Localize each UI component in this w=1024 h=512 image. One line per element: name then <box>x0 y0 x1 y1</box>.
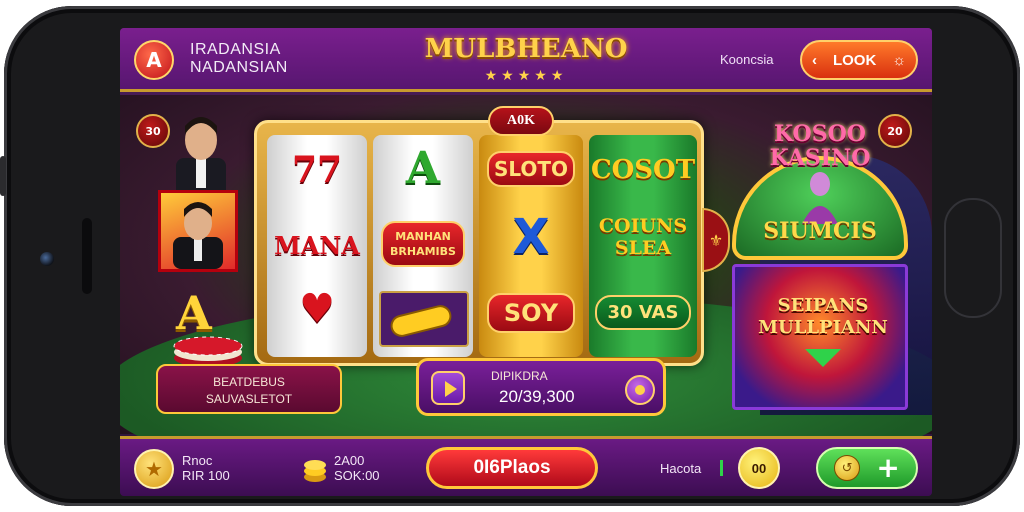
bottom-label-2-line-1: 2A00 <box>334 453 365 468</box>
status-indicator <box>720 460 723 476</box>
volume-button <box>0 156 6 196</box>
reel-1-symbol-mid: MANA <box>274 231 360 260</box>
machine-badge: A0K <box>488 106 554 136</box>
phone-frame: A IRADANSIA NADANSIAN MULBHEANO ★★★★★ Ko… <box>0 6 1020 506</box>
bottom-bar: ★ Rnoc RIR 100 2A00 SOK:00 0I6Plaos Haco… <box>120 436 932 496</box>
reel-1: 77 MANA ♥ <box>267 135 367 357</box>
reel-4-symbol-bottom: 30 VAS <box>595 295 691 330</box>
reel-1-symbol-top: 77 <box>291 149 343 191</box>
coin-refresh-icon: ↺ <box>834 455 861 481</box>
level-badge[interactable]: 00 <box>738 447 780 489</box>
look-button-label: LOOK <box>832 51 877 69</box>
reel-3-symbol-mid: X <box>512 209 550 265</box>
bottom-label-1-line-2: RIR 100 <box>182 468 230 483</box>
region-label: Kooncsia <box>720 52 774 67</box>
status-text: Hacota <box>660 461 702 476</box>
game-title: MULBHEANO <box>424 34 628 64</box>
coin-icon <box>635 385 645 395</box>
coin-button[interactable] <box>625 375 655 405</box>
home-button <box>944 198 1002 318</box>
left-panel-line-1: BEATDEBUS <box>213 375 285 389</box>
play-icon <box>445 381 457 397</box>
add-coins-button[interactable]: ↺ + <box>816 447 918 489</box>
reel-2: A MANHAN BRHAMIBS <box>373 135 473 357</box>
reel-4-symbol-mid: COIUNS SLEA <box>598 215 688 259</box>
plus-icon: + <box>876 451 900 484</box>
look-button[interactable]: ‹ LOOK ☼ <box>800 40 918 80</box>
coins-icon <box>304 460 326 482</box>
dealer-figure-icon <box>802 172 838 224</box>
reel-3-symbol-top: SLOTO <box>487 151 575 187</box>
brand-line-1: IRADANSIA <box>190 41 281 58</box>
brand-name: IRADANSIA NADANSIAN <box>190 41 288 77</box>
spin-panel-value: 20/39,300 <box>499 387 575 406</box>
kasino-title: KOSOO KASINO <box>769 121 871 171</box>
dealer-avatar <box>176 117 226 198</box>
spin-panel-label: DIPIKDRA <box>491 369 548 383</box>
sensasi-promo[interactable]: SEIPANS MULLPIANN <box>732 264 908 410</box>
chip-stack-icon <box>173 336 243 367</box>
bottom-label-2: 2A00 SOK:00 <box>334 453 380 483</box>
bottom-label-1: Rnoc RIR 100 <box>182 453 230 483</box>
top-bar: A IRADANSIA NADANSIAN MULBHEANO ★★★★★ Ko… <box>120 28 932 92</box>
speaker-slot <box>82 218 92 294</box>
gold-bar-icon <box>379 291 469 347</box>
game-screen: A IRADANSIA NADANSIAN MULBHEANO ★★★★★ Ko… <box>120 28 932 496</box>
settings-icon: ☼ <box>892 51 906 69</box>
bottom-label-2-line-2: SOK:00 <box>334 468 380 483</box>
left-badge[interactable]: 30 <box>136 114 170 148</box>
star-icon[interactable]: ★ <box>134 449 174 489</box>
back-arrow-icon: ‹ <box>812 51 817 69</box>
sensasi-title: SEIPANS MULLPIANN <box>758 295 888 338</box>
front-camera <box>40 252 54 266</box>
slot-machine[interactable]: 77 MANA ♥ A MANHAN BRHAMIBS SLOTO X SOY … <box>254 120 704 366</box>
reel-2-symbol-mid: MANHAN BRHAMIBS <box>381 221 465 267</box>
brand-line-2: NADANSIAN <box>190 59 288 76</box>
play-button[interactable] <box>431 371 465 405</box>
reel-3-symbol-bottom: SOY <box>487 293 575 333</box>
down-arrow-icon <box>805 349 841 367</box>
kasino-promo[interactable]: KOSOO KASINO SIUMCIS <box>726 114 914 262</box>
app-logo-icon[interactable]: A <box>134 40 174 80</box>
left-info-panel[interactable]: BEATDEBUS SAUVASLETOT <box>156 364 342 414</box>
reel-4: COSOT COIUNS SLEA 30 VAS <box>589 135 697 357</box>
heart-icon: ♥ <box>299 285 335 332</box>
left-panel-line-2: SAUVASLETOT <box>205 392 293 406</box>
reel-3: SLOTO X SOY <box>479 135 583 357</box>
spin-panel: DIPIKDRA 20/39,300 <box>416 358 666 416</box>
player-card-avatar[interactable] <box>158 190 238 272</box>
reel-4-symbol-top: COSOT <box>590 155 696 185</box>
reel-2-symbol-top: A <box>405 143 441 194</box>
main-action-button[interactable]: 0I6Plaos <box>426 447 598 489</box>
rating-stars-icon: ★★★★★ <box>484 68 568 84</box>
kasino-subtitle: SIUMCIS <box>763 218 877 244</box>
bottom-label-1-line-1: Rnoc <box>182 453 213 468</box>
